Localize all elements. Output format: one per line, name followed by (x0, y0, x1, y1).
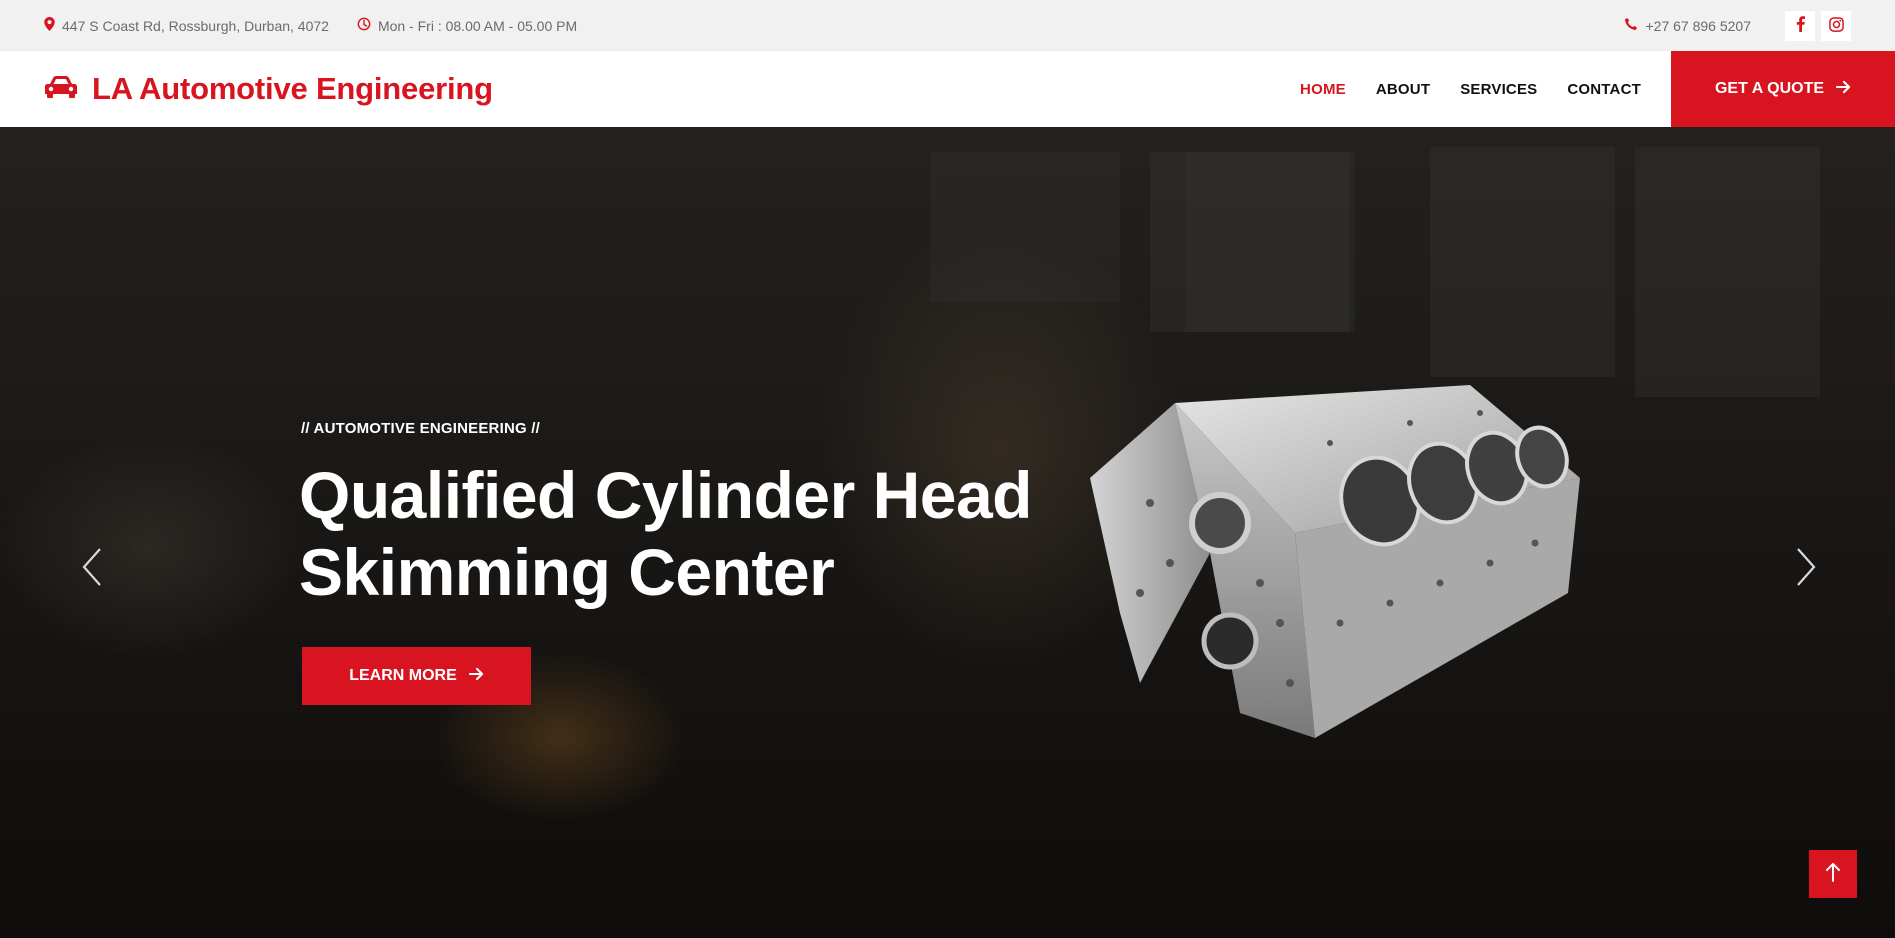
nav-about[interactable]: ABOUT (1376, 81, 1430, 98)
phone-info[interactable]: +27 67 896 5207 (1624, 17, 1752, 34)
arrow-right-icon (457, 667, 484, 686)
location-pin-icon (44, 17, 62, 34)
scroll-to-top-button[interactable] (1809, 850, 1857, 898)
learn-more-label: LEARN MORE (349, 667, 457, 684)
get-a-quote-label: GET A QUOTE (1714, 80, 1825, 97)
hours-info: Mon - Fri : 08.00 AM - 05.00 PM (357, 17, 577, 34)
hero-kicker: // AUTOMOTIVE ENGINEERING // (301, 420, 540, 437)
main-nav: HOME ABOUT SERVICES CONTACT GET A QUOTE (1300, 51, 1895, 127)
brand-logo[interactable]: LA Automotive Engineering (0, 71, 493, 107)
nav-home[interactable]: HOME (1300, 81, 1346, 98)
car-icon (44, 75, 92, 104)
brand-name: LA Automotive Engineering (92, 71, 493, 106)
clock-icon (357, 17, 378, 34)
main-header: LA Automotive Engineering HOME ABOUT SER… (0, 51, 1895, 127)
hours-text: Mon - Fri : 08.00 AM - 05.00 PM (377, 17, 578, 34)
instagram-link[interactable] (1821, 10, 1851, 41)
hero-headline: Qualified Cylinder Head Skimming Center (299, 457, 1059, 611)
nav-services[interactable]: SERVICES (1460, 81, 1537, 98)
hero-headline-line-1: Qualified Cylinder Head (299, 458, 1033, 532)
engine-block-image (1080, 383, 1580, 748)
address-text: 447 S Coast Rd, Rossburgh, Durban, 4072 (62, 17, 329, 34)
slider-next-arrow[interactable] (1786, 539, 1826, 599)
facebook-link[interactable] (1785, 10, 1815, 41)
arrow-up-icon (1825, 862, 1841, 887)
get-a-quote-button[interactable]: GET A QUOTE (1671, 51, 1895, 127)
learn-more-button[interactable]: LEARN MORE (302, 647, 531, 705)
nav-contact[interactable]: CONTACT (1567, 81, 1641, 98)
arrow-right-icon (1824, 80, 1851, 99)
chevron-left-icon (81, 547, 103, 592)
phone-icon (1624, 17, 1646, 34)
facebook-icon (1796, 16, 1805, 35)
address-info: 447 S Coast Rd, Rossburgh, Durban, 4072 (44, 17, 329, 34)
chevron-right-icon (1795, 547, 1817, 592)
instagram-icon (1828, 16, 1844, 35)
slider-prev-arrow[interactable] (72, 539, 112, 599)
phone-text[interactable]: +27 67 896 5207 (1646, 18, 1752, 34)
top-info-bar: 447 S Coast Rd, Rossburgh, Durban, 4072 … (0, 0, 1895, 51)
hero-headline-line-2: Skimming Center (299, 535, 835, 609)
hero-slider: // AUTOMOTIVE ENGINEERING // Qualified C… (0, 127, 1895, 938)
